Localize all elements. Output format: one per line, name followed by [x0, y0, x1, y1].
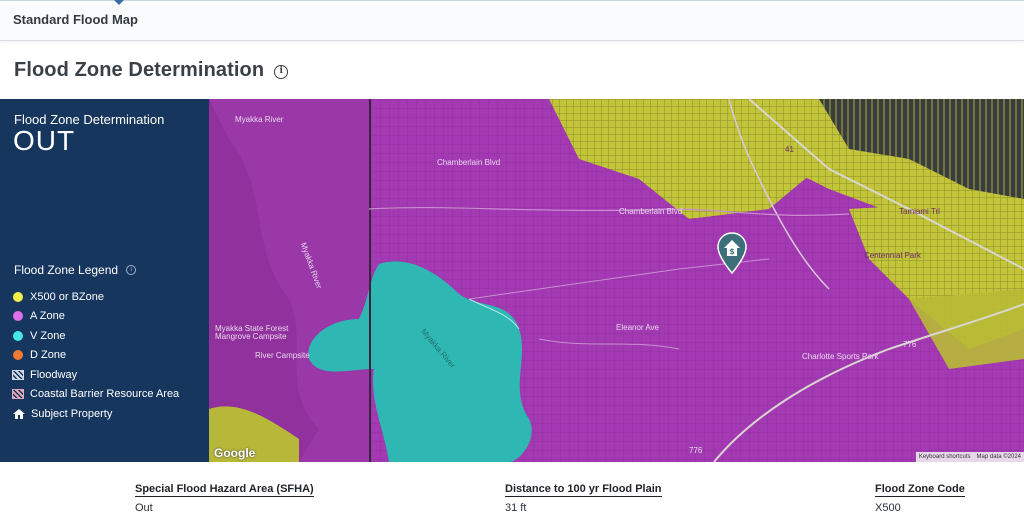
legend-hatch-icon [12, 369, 24, 380]
zone-code-field: Flood Zone Code X500 [875, 479, 965, 514]
distance-value: 31 ft [505, 502, 527, 514]
legend-item: A Zone [12, 307, 179, 327]
google-logo: Google [214, 446, 256, 460]
top-tab-bar: Standard Flood Map [0, 0, 1024, 41]
legend-item-label: X500 or BZone [30, 290, 104, 303]
legend-item: Coastal Barrier Resource Area [12, 385, 179, 405]
legend-item-label: Floodway [30, 368, 78, 381]
legend-item-label: Subject Property [31, 407, 113, 420]
label-charlotte-sports-park: Charlotte Sports Park [802, 352, 879, 361]
legend-item: X500 or BZone [12, 287, 179, 307]
label-route-41: 41 [785, 145, 794, 154]
legend-item-label: Coastal Barrier Resource Area [30, 388, 180, 401]
subject-property-marker-icon[interactable]: $ [717, 232, 747, 274]
legend-dot-icon [13, 350, 23, 361]
label-myakka-river-top: Myakka River [235, 115, 284, 124]
sfha-field: Special Flood Hazard Area (SFHA) Out [135, 479, 314, 514]
label-chamberlain-blvd: Chamberlain Blvd [437, 158, 501, 167]
legend-item-label: A Zone [30, 310, 65, 323]
sfha-label: Special Flood Hazard Area (SFHA) [135, 483, 314, 497]
label-river-campsite: River Campsite [255, 351, 310, 360]
page-title-row: Flood Zone Determination i [14, 57, 289, 83]
legend-item-label: V Zone [30, 329, 66, 342]
label-tamiami: Tamiami Trl [899, 207, 940, 216]
map-attribution: Keyboard shortcuts Map data ©2024 [915, 452, 1024, 462]
zone-code-label: Flood Zone Code [875, 483, 965, 497]
label-eleanor-ave: Eleanor Ave [616, 323, 659, 332]
legend-title: Flood Zone Legend [14, 263, 119, 277]
label-mangrove: Mangrove Campsite [215, 332, 287, 341]
keyboard-shortcuts-link[interactable]: Keyboard shortcuts [919, 454, 971, 460]
legend-item: D Zone [12, 346, 179, 366]
label-chamberlain-blvd-2: Chamberlain Blvd [619, 207, 683, 216]
determination-value: OUT [13, 125, 76, 156]
house-icon [13, 408, 25, 419]
legend-title-row: Flood Zone Legend i [14, 263, 137, 277]
summary-bar: Special Flood Hazard Area (SFHA) Out Dis… [0, 462, 1024, 525]
legend-dot-icon [13, 330, 23, 341]
info-icon[interactable]: i [274, 65, 289, 79]
map-data-label: Map data ©2024 [976, 454, 1021, 460]
tab-standard-flood-map[interactable]: Standard Flood Map [13, 12, 138, 27]
distance-field: Distance to 100 yr Flood Plain 31 ft [505, 479, 662, 514]
flood-zone-panel: Flood Zone Determination OUT Flood Zone … [0, 99, 209, 462]
active-tab-indicator [114, 0, 124, 5]
legend-item: V Zone [12, 326, 179, 346]
page-title: Flood Zone Determination [14, 58, 265, 81]
zone-code-value: X500 [875, 502, 901, 514]
map-canvas[interactable] [209, 99, 1024, 462]
legend-item: Floodway [12, 365, 179, 385]
legend-dot-icon [13, 291, 23, 302]
sfha-value: Out [135, 502, 153, 514]
label-route-776b: 776 [689, 446, 703, 455]
svg-text:$: $ [729, 247, 735, 256]
legend-list: X500 or BZone A Zone V Zone D Zone Floodway C… [12, 287, 179, 424]
legend-dot-icon [13, 311, 23, 322]
distance-label: Distance to 100 yr Flood Plain [505, 483, 662, 497]
legend-item-label: D Zone [30, 349, 67, 362]
legend-item: Subject Property [12, 404, 179, 424]
legend-hatch-icon [12, 389, 24, 400]
label-centennial-park: Centennial Park [864, 251, 921, 260]
flood-map[interactable]: Myakka River Myakka River Myakka River M… [209, 99, 1024, 462]
legend-info-icon[interactable]: i [126, 265, 137, 275]
label-route-776: 776 [903, 340, 917, 349]
